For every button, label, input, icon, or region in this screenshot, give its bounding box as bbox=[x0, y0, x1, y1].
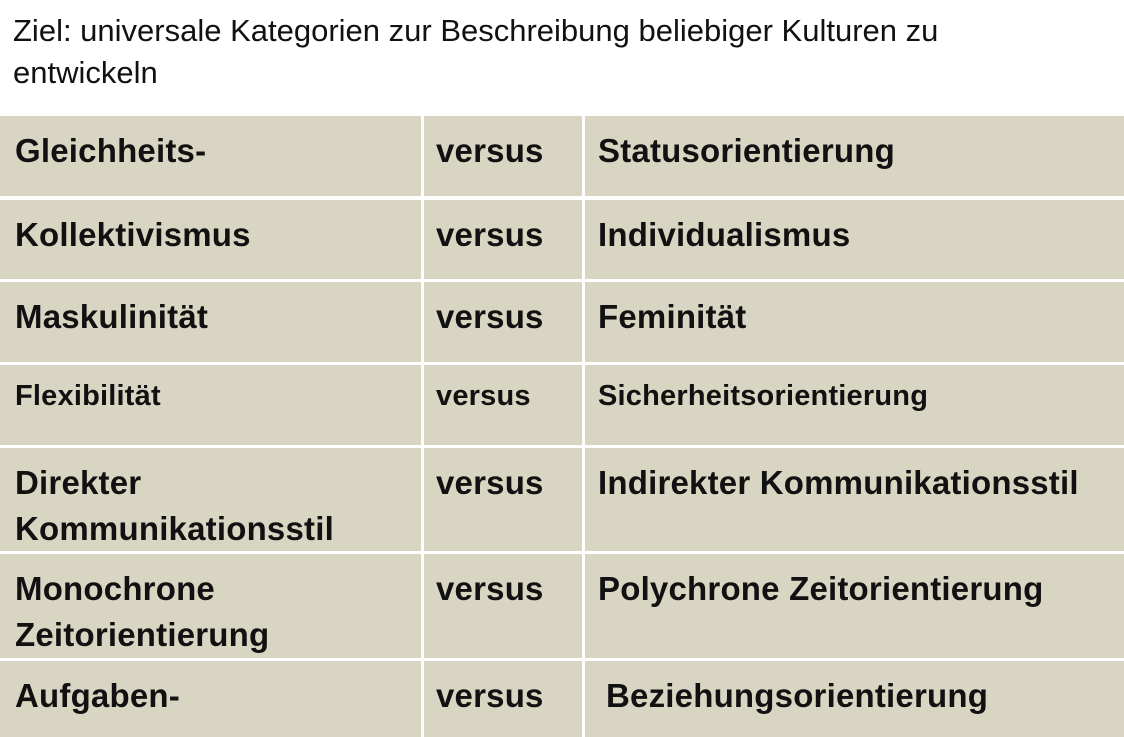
versus-label: versus bbox=[424, 661, 582, 737]
dimensions-table: Gleichheits- versus Statusorientierung K… bbox=[0, 116, 1124, 737]
table-row: Aufgaben- versus Beziehungsorientierung bbox=[0, 661, 1124, 737]
right-term: Polychrone Zeitorientierung bbox=[585, 554, 1124, 658]
versus-label: versus bbox=[424, 282, 582, 362]
right-term: Beziehungsorientierung bbox=[585, 661, 1124, 737]
table-row: Flexibilität versus Sicherheitsorientier… bbox=[0, 365, 1124, 445]
left-term: Direkter Kommunikationsstil bbox=[0, 448, 421, 551]
versus-label: versus bbox=[424, 365, 582, 445]
right-term: Sicherheitsorientierung bbox=[585, 365, 1124, 445]
table-row: Maskulinität versus Feminität bbox=[0, 282, 1124, 362]
right-term: Feminität bbox=[585, 282, 1124, 362]
table-row: Monochrone Zeitorientierung versus Polyc… bbox=[0, 554, 1124, 658]
versus-label: versus bbox=[424, 448, 582, 551]
versus-label: versus bbox=[424, 554, 582, 658]
left-term: Gleichheits- bbox=[0, 116, 421, 196]
table-row: Direkter Kommunikationsstil versus Indir… bbox=[0, 448, 1124, 551]
left-term: Monochrone Zeitorientierung bbox=[0, 554, 421, 658]
right-term: Individualismus bbox=[585, 200, 1124, 279]
slide-heading: Ziel: universale Kategorien zur Beschrei… bbox=[13, 13, 939, 90]
right-term: Indirekter Kommunikationsstil bbox=[585, 448, 1124, 551]
versus-label: versus bbox=[424, 116, 582, 196]
table-row: Gleichheits- versus Statusorientierung bbox=[0, 116, 1124, 196]
left-term: Aufgaben- bbox=[0, 661, 421, 737]
right-term: Statusorientierung bbox=[585, 116, 1124, 196]
left-term: Kollektivismus bbox=[0, 200, 421, 279]
left-term: Flexibilität bbox=[0, 365, 421, 445]
table-row: Kollektivismus versus Individualismus bbox=[0, 200, 1124, 279]
left-term: Maskulinität bbox=[0, 282, 421, 362]
versus-label: versus bbox=[424, 200, 582, 279]
